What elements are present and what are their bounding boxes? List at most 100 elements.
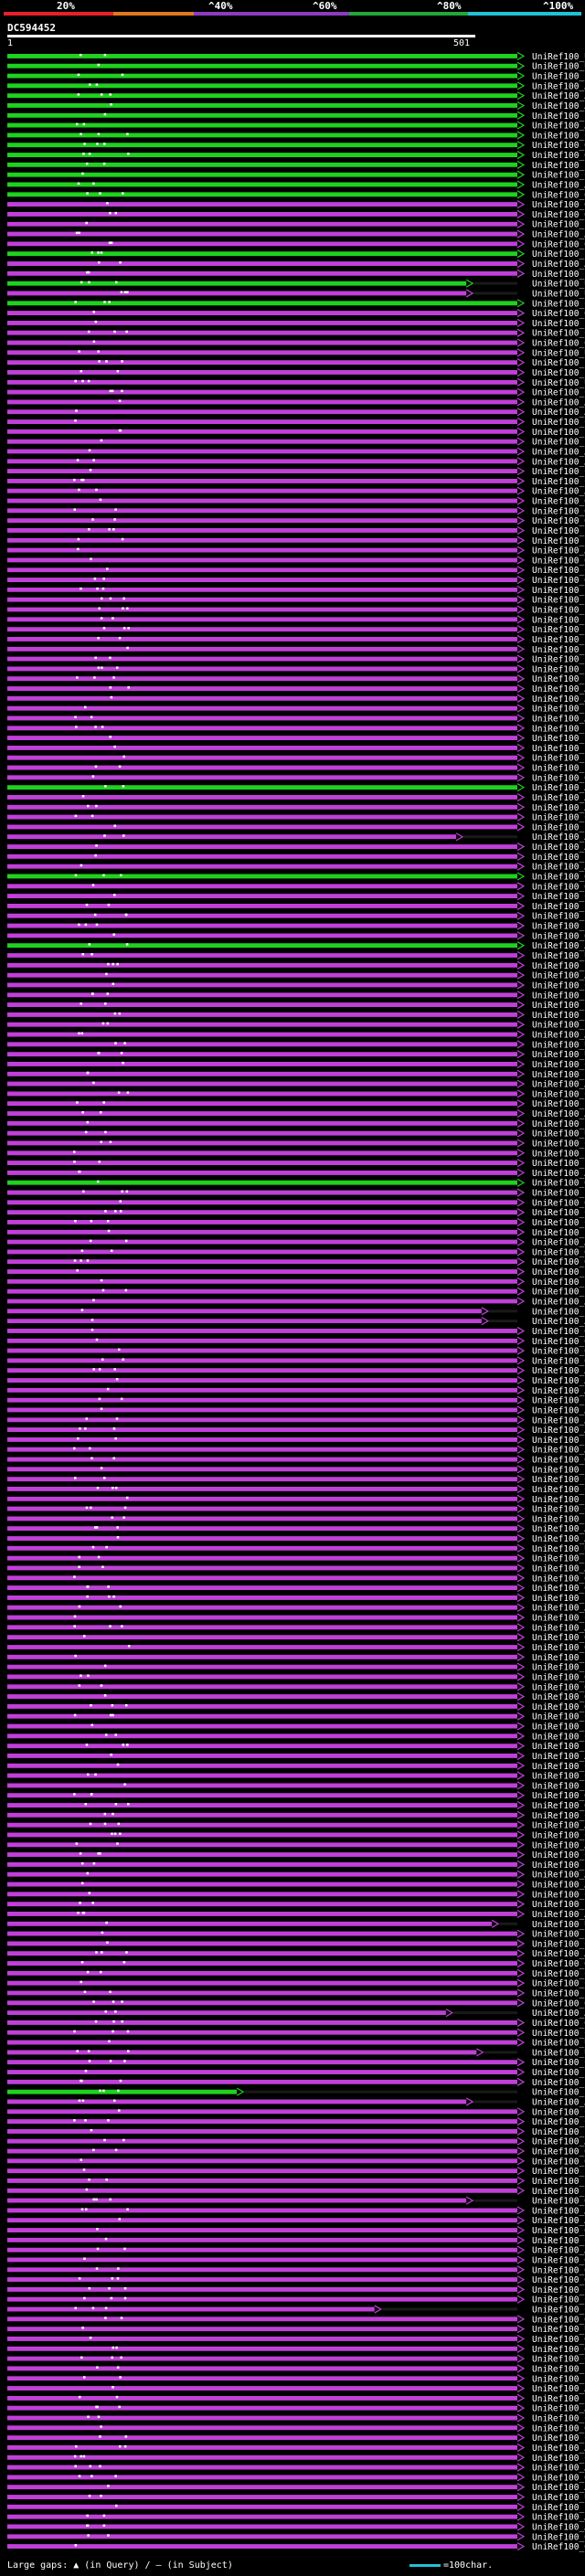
hit-label[interactable]: UniRef100_B9T467 bbox=[532, 526, 585, 536]
hit-row[interactable]: UniRef100_Q5JVE0 bbox=[7, 209, 585, 220]
hit-label[interactable]: UniRef100_A2W839 bbox=[532, 2443, 585, 2454]
hit-label[interactable]: UniRef100_B6T2A9 bbox=[532, 1465, 585, 1475]
hit-label[interactable]: UniRef100_B0FM62 bbox=[532, 853, 585, 863]
hit-row[interactable]: UniRef100_C6TIM8 bbox=[7, 2433, 585, 2443]
hit-row[interactable]: UniRef100_Q24342 bbox=[7, 882, 585, 892]
hit-label[interactable]: UniRef100_B8B1X7 bbox=[532, 724, 585, 734]
hit-label[interactable]: UniRef100_C4P7R6 bbox=[532, 1732, 585, 1742]
hit-label[interactable]: UniRef100_A5BQB2 bbox=[532, 1446, 585, 1456]
hit-label[interactable]: UniRef100_C4P7P5 bbox=[532, 566, 585, 576]
hit-row[interactable]: UniRef100_A5YA19 bbox=[7, 101, 585, 111]
hit-row[interactable]: UniRef100_B6SXI2 bbox=[7, 1742, 585, 1752]
hit-label[interactable]: UniRef100_A7QKM5 bbox=[532, 1524, 585, 1534]
hit-label[interactable]: UniRef100_B8AF66 bbox=[532, 1277, 585, 1288]
hit-row[interactable]: UniRef100_Q5W736 bbox=[7, 773, 585, 783]
hit-label[interactable]: UniRef100_B9G4C5 bbox=[532, 358, 585, 368]
hit-row[interactable]: UniRef100_C4P7U2 bbox=[7, 1504, 585, 1515]
hit-label[interactable]: UniRef100_B9T8D1 bbox=[532, 1267, 585, 1277]
hit-label[interactable]: UniRef100_UP1000... bbox=[532, 378, 585, 388]
hit-row[interactable]: UniRef100_B6TTX6 bbox=[7, 249, 585, 260]
hit-label[interactable]: UniRef100_C0PEW4 bbox=[532, 981, 585, 991]
hit-row[interactable]: UniRef100_C4P7U5 bbox=[7, 2117, 585, 2127]
hit-row[interactable]: UniRef100_B9N707 bbox=[7, 367, 585, 378]
hit-label[interactable]: UniRef100_Q9MAM1-2 bbox=[532, 1692, 585, 1702]
hit-label[interactable]: UniRef100_A0MNJ9 bbox=[532, 1386, 585, 1396]
hit-row[interactable]: UniRef100_Q10528 bbox=[7, 1998, 585, 2009]
hit-label[interactable]: UniRef100_A5C8T4 bbox=[532, 2009, 585, 2019]
hit-label[interactable]: UniRef100_Q1HM83 bbox=[532, 2019, 585, 2029]
hit-row[interactable]: UniRef100_B01556 bbox=[7, 71, 585, 82]
hit-label[interactable]: UniRef100_B9T947 bbox=[532, 1288, 585, 1298]
hit-row[interactable]: UniRef100_A0MNL3 bbox=[7, 121, 585, 132]
hit-label[interactable]: UniRef100_A7PRW8 bbox=[532, 81, 585, 91]
hit-row[interactable]: UniRef100_A7QKM5 bbox=[7, 1524, 585, 1534]
hit-label[interactable]: UniRef100_UP1000... bbox=[532, 951, 585, 961]
hit-label[interactable]: UniRef100_Q1HM85 bbox=[532, 1643, 585, 1653]
hit-row[interactable]: UniRef100_B2KZZ4 bbox=[7, 743, 585, 754]
hit-row[interactable]: UniRef100_A0MNJ9 bbox=[7, 1385, 585, 1396]
hit-label[interactable]: UniRef100_A7PG25 bbox=[532, 1604, 585, 1614]
hit-row[interactable]: UniRef100_A0MNK4 bbox=[7, 843, 585, 853]
hit-row[interactable]: UniRef100_A0MNL1 bbox=[7, 486, 585, 497]
hit-row[interactable]: UniRef100_B0FM66 bbox=[7, 901, 585, 912]
hit-row[interactable]: UniRef100_A0MNK5 bbox=[7, 1870, 585, 1881]
hit-row[interactable]: UniRef100_Q9FJ54 bbox=[7, 338, 585, 349]
hit-label[interactable]: UniRef100_B6TTX6 bbox=[532, 249, 585, 260]
hit-label[interactable]: UniRef100_B9T6N4 bbox=[532, 1860, 585, 1871]
hit-row[interactable]: UniRef100_Q9LZW4 bbox=[7, 2423, 585, 2433]
hit-label[interactable]: UniRef100_A5C5K7 bbox=[532, 793, 585, 803]
hit-label[interactable]: UniRef100_B9T650 bbox=[532, 428, 585, 438]
hit-label[interactable]: UniRef100_B2KZZ3 bbox=[532, 764, 585, 774]
hit-label[interactable]: UniRef100_Q6E9S4 bbox=[532, 239, 585, 249]
hit-label[interactable]: UniRef100_C4P7R3 bbox=[532, 813, 585, 823]
hit-label[interactable]: UniRef100_C0M514 bbox=[532, 1979, 585, 1989]
hit-label[interactable]: UniRef100_B2KZZ2 bbox=[532, 596, 585, 606]
hit-label[interactable]: UniRef100_B0FM60 bbox=[532, 664, 585, 674]
hit-label[interactable]: UniRef100_UP1000... bbox=[532, 2048, 585, 2058]
hit-label[interactable]: UniRef100_A7PVH6 bbox=[532, 2483, 585, 2493]
hit-row[interactable]: UniRef100_Q2V452 bbox=[7, 2255, 585, 2265]
hit-row[interactable]: UniRef100_A0MNK9 bbox=[7, 180, 585, 190]
hit-row[interactable]: UniRef100_UP1000... bbox=[7, 2325, 585, 2335]
hit-row[interactable]: UniRef100_C4P7T0 bbox=[7, 2107, 585, 2117]
hit-row[interactable]: UniRef100_B2ZAT7 bbox=[7, 437, 585, 448]
hit-row[interactable]: UniRef100_B9H9V4 bbox=[7, 1307, 585, 1317]
hit-label[interactable]: UniRef100_C0M520 bbox=[532, 467, 585, 477]
hit-row[interactable]: UniRef100_C4P7U9 bbox=[7, 2295, 585, 2306]
hit-label[interactable]: UniRef100_C4P7S8 bbox=[532, 1475, 585, 1485]
hit-row[interactable]: UniRef100_B6SW56 bbox=[7, 2502, 585, 2513]
hit-label[interactable]: UniRef100_Q1SSC7 bbox=[532, 1959, 585, 1969]
hit-row[interactable]: UniRef100_UP1000... bbox=[7, 1129, 585, 1140]
hit-row[interactable]: UniRef100_Q0L5I3 bbox=[7, 2542, 585, 2552]
hit-row[interactable]: UniRef100_A0MNK7 bbox=[7, 447, 585, 457]
hit-label[interactable]: UniRef100_C4P7U2 bbox=[532, 1505, 585, 1515]
hit-row[interactable]: UniRef100_B7FM39 bbox=[7, 2393, 585, 2404]
hit-label[interactable]: UniRef100_B0FM64 bbox=[532, 912, 585, 922]
hit-row[interactable]: UniRef100_UP1000... bbox=[7, 61, 585, 72]
hit-row[interactable]: UniRef100_Q5SVM3 bbox=[7, 1801, 585, 1811]
hit-label[interactable]: UniRef100_Q5JVE0 bbox=[532, 210, 585, 220]
hit-row[interactable]: UniRef100_A0MNJ6 bbox=[7, 832, 585, 843]
hit-label[interactable]: UniRef100_C4P7T1 bbox=[532, 1712, 585, 1723]
hit-label[interactable]: UniRef100_Q6S854 bbox=[532, 2315, 585, 2325]
hit-label[interactable]: UniRef100_C0M516 bbox=[532, 2414, 585, 2424]
hit-label[interactable]: UniRef100_A0MNU6 bbox=[532, 971, 585, 981]
hit-label[interactable]: UniRef100_Q8H2D7 bbox=[532, 1791, 585, 1801]
hit-row[interactable]: UniRef100_A7NY28 bbox=[7, 783, 585, 793]
hit-label[interactable]: UniRef100_B2KZZ4 bbox=[532, 744, 585, 754]
hit-row[interactable]: UniRef100_C0PEW4 bbox=[7, 981, 585, 991]
hit-row[interactable]: UniRef100_B9N8G9 bbox=[7, 2176, 585, 2187]
hit-label[interactable]: UniRef100_A7PJ79 bbox=[532, 1840, 585, 1850]
hit-row[interactable]: UniRef100_Q9C562 bbox=[7, 2226, 585, 2236]
hit-row[interactable]: UniRef100_C0M519 bbox=[7, 476, 585, 487]
hit-row[interactable]: UniRef100_A7QEI7 bbox=[7, 1297, 585, 1308]
hit-row[interactable]: UniRef100_UP1000... bbox=[7, 2048, 585, 2058]
hit-label[interactable]: UniRef100_Q338V3 bbox=[532, 1327, 585, 1337]
hit-row[interactable]: UniRef100_Q8W1D5 bbox=[7, 151, 585, 161]
hit-label[interactable]: UniRef100_B8AW11 bbox=[532, 1723, 585, 1733]
hit-label[interactable]: UniRef100_C0M518 bbox=[532, 171, 585, 181]
hit-row[interactable]: UniRef100_A7Q3T7 bbox=[7, 1820, 585, 1831]
hit-row[interactable]: UniRef100_C4P7R6 bbox=[7, 1732, 585, 1742]
hit-row[interactable]: UniRef100_B8B1X7 bbox=[7, 724, 585, 734]
hit-label[interactable]: UniRef100_Q6LEU7 bbox=[532, 141, 585, 151]
